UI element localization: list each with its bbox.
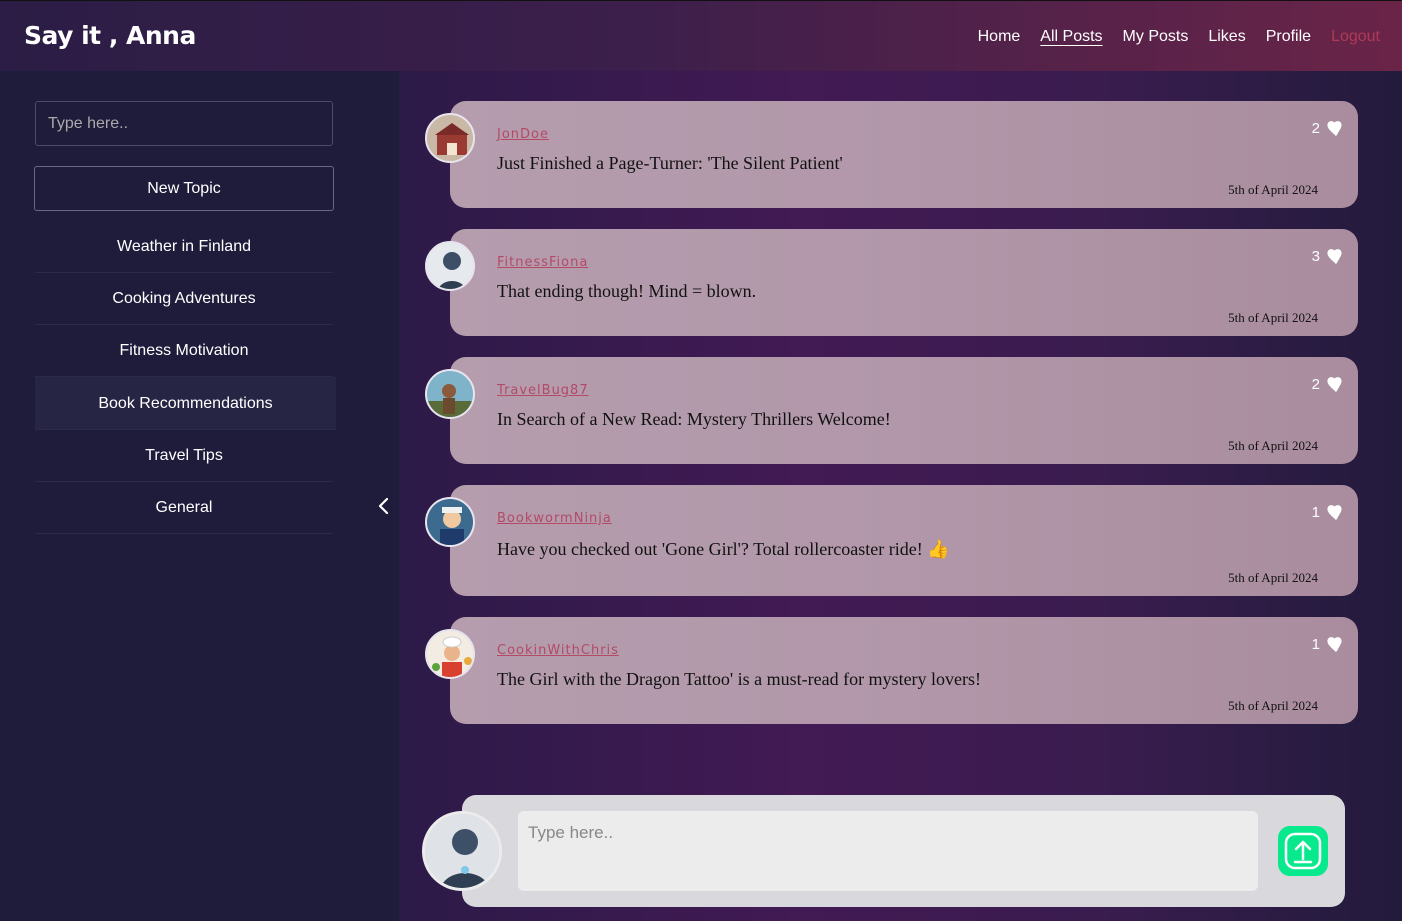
user-avatar[interactable]	[425, 369, 475, 419]
app-logo[interactable]: Say it , Anna	[24, 21, 196, 50]
post-text: Just Finished a Page-Turner: 'The Silent…	[497, 153, 843, 173]
heart-icon[interactable]	[1326, 377, 1343, 392]
user-avatar[interactable]	[425, 497, 475, 547]
new-post-input[interactable]	[518, 811, 1258, 891]
post-text: That ending though! Mind = blown.	[497, 281, 757, 301]
topic-item-cooking-adventures[interactable]: Cooking Adventures	[35, 273, 333, 325]
post-card: CookinWithChris The Girl with the Dragon…	[425, 617, 1358, 724]
post-card: BookwormNinja Have you checked out 'Gone…	[425, 485, 1358, 596]
new-topic-button[interactable]: New Topic	[34, 166, 334, 211]
nav-all-posts[interactable]: All Posts	[1040, 28, 1102, 46]
heart-icon[interactable]	[1326, 249, 1343, 264]
post-text: Have you checked out 'Gone Girl'? Total …	[497, 539, 950, 559]
heart-icon[interactable]	[1326, 121, 1343, 136]
post-date: 5th of April 2024	[1228, 310, 1318, 325]
nav-logout[interactable]: Logout	[1331, 28, 1380, 46]
send-post-button[interactable]	[1278, 826, 1328, 876]
heart-icon[interactable]	[1326, 637, 1343, 652]
post-date: 5th of April 2024	[1228, 182, 1318, 197]
topic-item-travel-tips[interactable]: Travel Tips	[35, 430, 333, 482]
topic-item-weather-in-finland[interactable]: Weather in Finland	[35, 221, 333, 273]
topic-item-general[interactable]: General	[35, 482, 333, 534]
like-count: 1	[1311, 504, 1320, 521]
like-count: 2	[1311, 120, 1320, 137]
like-counter[interactable]: 1	[1312, 636, 1343, 653]
like-count: 3	[1311, 248, 1320, 265]
like-count: 1	[1311, 636, 1320, 653]
posts-feed: JonDoe Just Finished a Page-Turner: 'The…	[399, 71, 1402, 921]
post-card: FitnessFiona That ending though! Mind = …	[425, 229, 1358, 336]
topics-sidebar: New Topic Weather in Finland Cooking Adv…	[0, 71, 399, 921]
post-username[interactable]: JonDoe	[497, 127, 549, 142]
post-date: 5th of April 2024	[1228, 438, 1318, 453]
post-composer	[422, 795, 1345, 907]
topic-item-fitness-motivation[interactable]: Fitness Motivation	[35, 325, 333, 377]
user-avatar[interactable]	[425, 113, 475, 163]
post-date: 5th of April 2024	[1228, 570, 1318, 585]
like-counter[interactable]: 2	[1312, 376, 1343, 393]
post-text: The Girl with the Dragon Tattoo' is a mu…	[497, 669, 982, 689]
nav-home[interactable]: Home	[978, 28, 1021, 46]
post-date: 5th of April 2024	[1228, 698, 1318, 713]
chevron-left-icon[interactable]	[376, 495, 392, 517]
post-username[interactable]: BookwormNinja	[497, 511, 612, 526]
post-card: JonDoe Just Finished a Page-Turner: 'The…	[425, 101, 1358, 208]
post-text: In Search of a New Read: Mystery Thrille…	[497, 409, 891, 429]
like-counter[interactable]: 3	[1312, 248, 1343, 265]
user-avatar[interactable]	[425, 241, 475, 291]
nav-likes[interactable]: Likes	[1208, 28, 1245, 46]
topic-list: Weather in Finland Cooking Adventures Fi…	[35, 221, 336, 534]
user-avatar[interactable]	[425, 629, 475, 679]
nav-my-posts[interactable]: My Posts	[1123, 28, 1189, 46]
nav-profile[interactable]: Profile	[1266, 28, 1311, 46]
current-user-avatar[interactable]	[422, 811, 502, 891]
topic-item-book-recommendations[interactable]: Book Recommendations	[35, 377, 336, 430]
upload-icon	[1284, 832, 1322, 870]
post-username[interactable]: CookinWithChris	[497, 643, 619, 658]
post-card: TravelBug87 In Search of a New Read: Mys…	[425, 357, 1358, 464]
post-username[interactable]: TravelBug87	[497, 383, 589, 398]
post-username[interactable]: FitnessFiona	[497, 255, 588, 270]
like-count: 2	[1311, 376, 1320, 393]
heart-icon[interactable]	[1326, 505, 1343, 520]
like-counter[interactable]: 1	[1312, 504, 1343, 521]
top-navbar: Say it , Anna Home All Posts My Posts Li…	[0, 0, 1402, 71]
like-counter[interactable]: 2	[1312, 120, 1343, 137]
main-nav: Home All Posts My Posts Likes Profile Lo…	[978, 28, 1380, 46]
topic-search-input[interactable]	[35, 101, 333, 146]
